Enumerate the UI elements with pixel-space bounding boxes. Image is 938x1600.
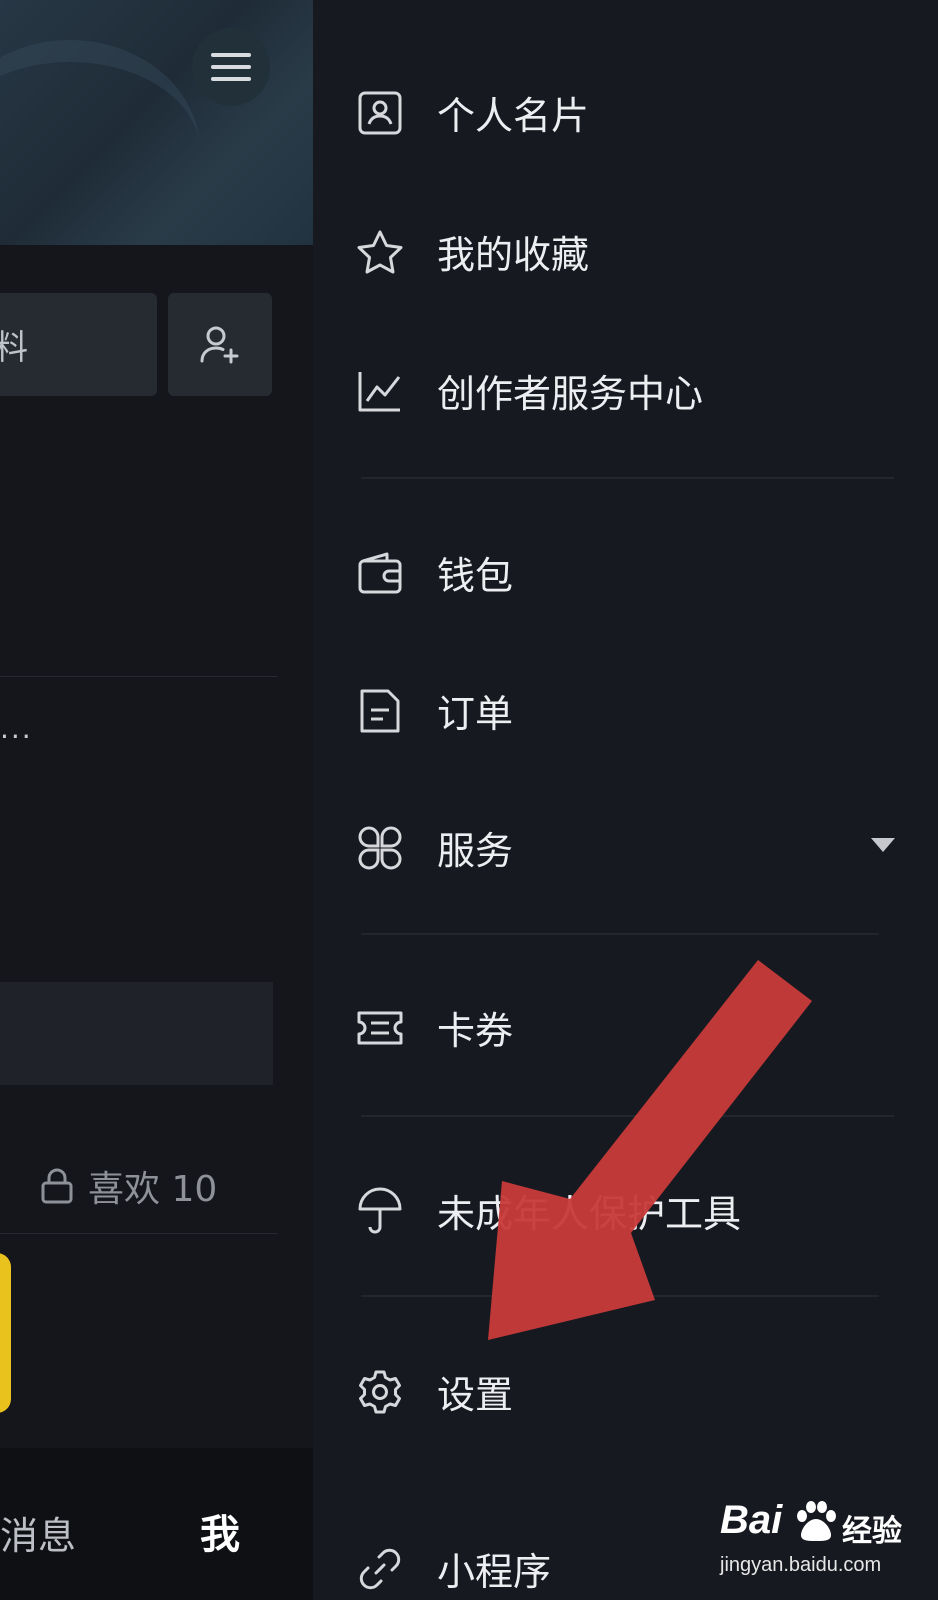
drawer-divider [361, 1115, 894, 1117]
menu-button[interactable] [192, 28, 270, 106]
drawer-item-label: 我的收藏 [437, 233, 590, 277]
drawer-divider [361, 933, 879, 935]
hamburger-icon [211, 53, 251, 81]
likes-tab[interactable]: 喜欢 10 [40, 1160, 217, 1212]
gear-icon [355, 1367, 405, 1417]
paw-icon [797, 1501, 836, 1541]
nav-messages[interactable]: 消息 [0, 1505, 76, 1560]
profile-banner [0, 0, 313, 245]
watermark-brand: Bai [720, 1498, 783, 1542]
drawer-item-wallet[interactable]: 钱包 [355, 545, 513, 600]
drawer-item-label: 订单 [437, 692, 514, 736]
document-icon [355, 686, 405, 736]
drawer-item-label: 小程序 [437, 1550, 552, 1594]
link-icon [355, 1544, 405, 1594]
side-drawer: 个人名片 我的收藏 创作者服务中心 钱包 订单 服务 卡券 未成年人保护工具 设… [313, 0, 938, 1600]
drawer-item-label: 个人名片 [437, 94, 590, 138]
nav-me[interactable]: 我 [200, 1502, 240, 1560]
drawer-divider [361, 477, 894, 479]
umbrella-icon [355, 1186, 405, 1236]
baidu-jingyan-watermark: Bai 经验 jingyan.baidu.com [720, 1488, 930, 1598]
grid-flower-icon [355, 823, 405, 873]
drawer-item-creator-center[interactable]: 创作者服务中心 [355, 363, 703, 418]
yellow-card[interactable] [0, 1253, 11, 1413]
drawer-item-favorites[interactable]: 我的收藏 [355, 224, 589, 279]
drawer-item-orders[interactable]: 订单 [355, 683, 513, 738]
drawer-item-minor-protection[interactable]: 未成年人保护工具 [355, 1183, 741, 1238]
wallet-icon [355, 548, 405, 598]
star-icon [355, 227, 405, 277]
banner-decoration [0, 40, 200, 262]
line-chart-icon [355, 366, 405, 416]
content-placeholder [0, 982, 273, 1085]
section-divider [0, 1233, 278, 1234]
drawer-item-label: 设置 [437, 1373, 514, 1417]
drawer-item-label: 卡券 [437, 1009, 514, 1053]
drawer-divider [361, 1295, 879, 1297]
truncated-text: ... [0, 712, 33, 745]
watermark-brand-suffix: 经验 [842, 1514, 902, 1549]
edit-profile-label: 料 [0, 328, 28, 368]
watermark-url: jingyan.baidu.com [720, 1554, 882, 1576]
drawer-item-mini-programs[interactable]: 小程序 [355, 1541, 551, 1596]
drawer-item-services[interactable]: 服务 [355, 820, 513, 875]
drawer-item-business-card[interactable]: 个人名片 [355, 85, 589, 140]
contact-card-icon [355, 88, 405, 138]
drawer-item-label: 钱包 [437, 554, 514, 598]
drawer-item-label: 服务 [437, 829, 514, 873]
section-divider [0, 676, 278, 677]
drawer-item-label: 创作者服务中心 [437, 372, 704, 416]
add-friend-button[interactable] [168, 293, 272, 396]
drawer-item-settings[interactable]: 设置 [355, 1364, 513, 1419]
likes-label: 喜欢 10 [88, 1169, 218, 1210]
add-user-icon [200, 326, 239, 363]
edit-profile-button[interactable]: 料 [0, 293, 157, 396]
ticket-icon [355, 1003, 405, 1053]
dropdown-caret-icon[interactable] [871, 838, 895, 852]
lock-icon [41, 1168, 73, 1204]
drawer-item-label: 未成年人保护工具 [437, 1192, 742, 1236]
drawer-item-coupons[interactable]: 卡券 [355, 1000, 513, 1055]
profile-page-background: 料 ... 喜欢 10 消息 我 [0, 0, 313, 1600]
